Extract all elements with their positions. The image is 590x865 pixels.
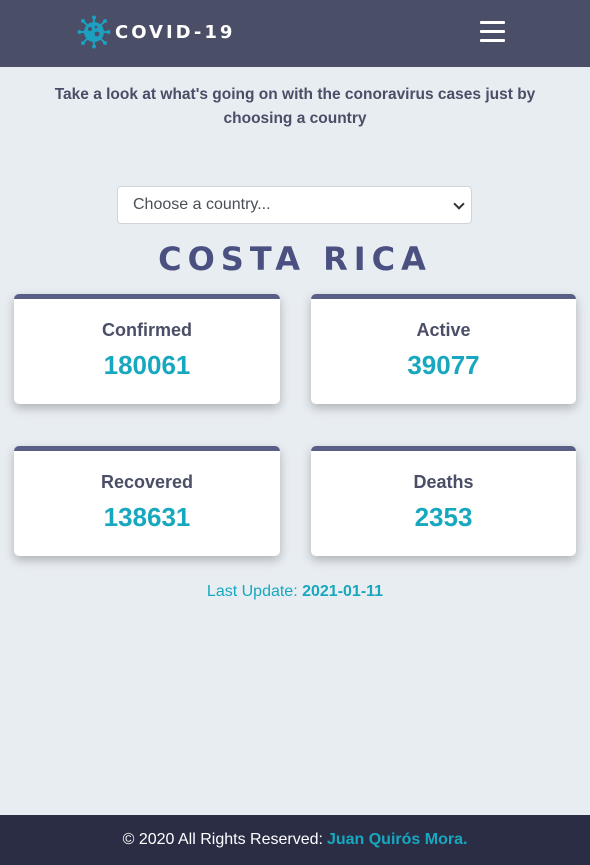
stat-value: 2353 — [414, 502, 473, 532]
last-update-date: 2021-01-11 — [302, 583, 384, 600]
author-link[interactable]: Juan Quirós Mora. — [327, 831, 467, 849]
intro-text: Take a look at what's going on with the … — [54, 86, 536, 127]
stat-label: Recovered — [100, 472, 194, 492]
stat-value: 180061 — [103, 350, 191, 380]
footer-copyright: © 2020 All Rights Reserved: — [122, 831, 323, 848]
last-update: Last Update: 2021-01-11 — [0, 583, 590, 601]
country-select-placeholder: Choose a country... — [133, 196, 271, 213]
navbar: COVID-19 — [0, 0, 590, 67]
country-select[interactable]: Choose a country... — [117, 186, 472, 224]
chevron-down-icon — [453, 198, 465, 210]
stat-card-deaths: Deaths 2353 — [311, 446, 576, 556]
stat-card-confirmed: Confirmed 180061 — [14, 294, 280, 404]
stat-card-active: Active 39077 — [311, 294, 576, 404]
stat-label: Deaths — [413, 472, 474, 492]
coronavirus-icon — [77, 15, 111, 49]
last-update-label: Last Update: — [206, 583, 298, 600]
stat-label: Active — [416, 320, 471, 340]
brand-title: COVID-19 — [115, 21, 236, 43]
footer: © 2020 All Rights Reserved: Juan Quirós … — [0, 815, 590, 865]
stat-label: Confirmed — [102, 320, 192, 340]
hamburger-icon[interactable] — [478, 19, 506, 45]
stat-value: 39077 — [407, 350, 480, 380]
brand-link[interactable]: COVID-19 — [77, 15, 235, 49]
stat-value: 138631 — [103, 502, 191, 532]
stat-card-recovered: Recovered 138631 — [14, 446, 280, 556]
country-title: COSTA RICA — [158, 240, 432, 278]
